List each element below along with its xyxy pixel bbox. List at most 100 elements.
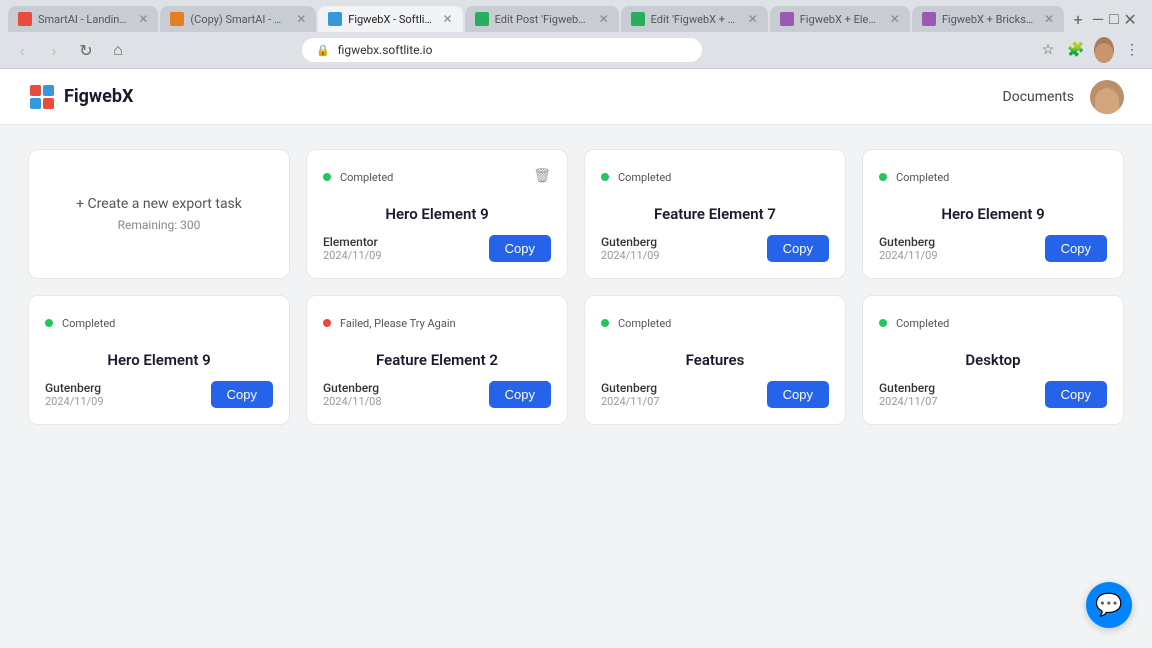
messenger-bubble[interactable]: 💬	[1086, 582, 1132, 628]
status-label-6: Completed	[896, 317, 949, 330]
card-date-1: 2024/11/09	[601, 249, 660, 262]
tab-4[interactable]: Edit Post 'FigwebX +... ✕	[465, 6, 619, 32]
export-card-6: Completed Desktop Gutenberg 2024/11/07 C…	[862, 295, 1124, 425]
card-date-2: 2024/11/09	[879, 249, 938, 262]
home-button[interactable]: ⌂	[106, 38, 130, 62]
tab-favicon-5	[631, 12, 645, 26]
status-label-3: Completed	[62, 317, 115, 330]
tab-favicon-4	[475, 12, 489, 26]
copy-button-3[interactable]: Copy	[211, 381, 273, 408]
card-date-6: 2024/11/07	[879, 395, 938, 408]
status-dot-3	[45, 319, 53, 327]
create-new-card[interactable]: + Create a new export task Remaining: 30…	[28, 149, 290, 279]
card-meta-4: Gutenberg 2024/11/08	[323, 381, 382, 408]
status-badge-6: Completed	[879, 312, 949, 331]
tab-5[interactable]: Edit 'FigwebX + Ele... ✕	[621, 6, 768, 32]
card-builder-5: Gutenberg	[601, 381, 660, 395]
minimize-button[interactable]: —	[1092, 13, 1104, 25]
card-date-5: 2024/11/07	[601, 395, 660, 408]
status-dot-0	[323, 173, 331, 181]
card-date-4: 2024/11/08	[323, 395, 382, 408]
copy-button-2[interactable]: Copy	[1045, 235, 1107, 262]
card-meta-3: Gutenberg 2024/11/09	[45, 381, 104, 408]
documents-link[interactable]: Documents	[1003, 89, 1074, 105]
copy-button-6[interactable]: Copy	[1045, 381, 1107, 408]
tab-close-6[interactable]: ✕	[890, 12, 900, 26]
browser-avatar	[1094, 37, 1114, 63]
card-title-0: Hero Element 9	[323, 193, 551, 235]
tab-1[interactable]: SmartAI - Landing P... ✕	[8, 6, 158, 32]
browser-chrome: SmartAI - Landing P... ✕ (Copy) SmartAI …	[0, 0, 1152, 69]
card-header-2: Completed	[879, 166, 1107, 185]
card-title-3: Hero Element 9	[45, 339, 273, 381]
card-date-0: 2024/11/09	[323, 249, 382, 262]
status-badge-1: Completed	[601, 166, 671, 185]
extensions-icon[interactable]: 🧩	[1066, 40, 1086, 60]
tab-7[interactable]: FigwebX + Bricks (B... ✕	[912, 6, 1064, 32]
card-footer-3: Gutenberg 2024/11/09 Copy	[45, 381, 273, 408]
export-card-5: Completed Features Gutenberg 2024/11/07 …	[584, 295, 846, 425]
tab-close-7[interactable]: ✕	[1044, 12, 1054, 26]
main-content: + Create a new export task Remaining: 30…	[0, 125, 1152, 449]
messenger-icon: 💬	[1095, 593, 1122, 618]
card-meta-0: Elementor 2024/11/09	[323, 235, 382, 262]
menu-icon[interactable]: ⋮	[1122, 40, 1142, 60]
status-label-2: Completed	[896, 171, 949, 184]
status-badge-4: Failed, Please Try Again	[323, 312, 456, 331]
logo: FigwebX	[28, 83, 133, 111]
profile-icon[interactable]	[1094, 40, 1114, 60]
copy-button-0[interactable]: Copy	[489, 235, 551, 262]
user-avatar[interactable]	[1090, 80, 1124, 114]
copy-button-4[interactable]: Copy	[489, 381, 551, 408]
card-header-6: Completed	[879, 312, 1107, 331]
tab-favicon-3	[328, 12, 342, 26]
card-title-2: Hero Element 9	[879, 193, 1107, 235]
status-badge-0: Completed	[323, 166, 393, 185]
card-footer-4: Gutenberg 2024/11/08 Copy	[323, 381, 551, 408]
card-meta-5: Gutenberg 2024/11/07	[601, 381, 660, 408]
status-badge-5: Completed	[601, 312, 671, 331]
card-header-0: Completed 🗑	[323, 166, 551, 185]
tab-3[interactable]: FigwebX - Softlite.io ✕	[318, 6, 462, 32]
url-text: figwebx.softlite.io	[338, 43, 433, 57]
bookmark-star-icon[interactable]: ☆	[1038, 40, 1058, 60]
card-footer-6: Gutenberg 2024/11/07 Copy	[879, 381, 1107, 408]
create-plus-text: + Create a new export task	[76, 196, 242, 212]
status-label-5: Completed	[618, 317, 671, 330]
copy-button-1[interactable]: Copy	[767, 235, 829, 262]
tab-2[interactable]: (Copy) SmartAI - Lan... ✕	[160, 6, 316, 32]
tab-close-5[interactable]: ✕	[748, 12, 758, 26]
address-bar: ‹ › ↻ ⌂ 🔒 figwebx.softlite.io ☆ 🧩 ⋮	[0, 32, 1152, 68]
new-tab-button[interactable]: +	[1066, 7, 1090, 31]
export-card-2: Completed Hero Element 9 Gutenberg 2024/…	[862, 149, 1124, 279]
status-label-0: Completed	[340, 171, 393, 184]
tab-close-4[interactable]: ✕	[599, 12, 609, 26]
maximize-button[interactable]: □	[1108, 13, 1120, 25]
delete-icon-0[interactable]: 🗑	[533, 168, 551, 184]
card-builder-0: Elementor	[323, 235, 382, 249]
tab-6[interactable]: FigwebX + Eleme... ✕	[770, 6, 910, 32]
tab-close-1[interactable]: ✕	[138, 12, 148, 26]
copy-button-5[interactable]: Copy	[767, 381, 829, 408]
tab-bar: SmartAI - Landing P... ✕ (Copy) SmartAI …	[0, 0, 1152, 32]
export-card-3: Completed Hero Element 9 Gutenberg 2024/…	[28, 295, 290, 425]
url-bar[interactable]: 🔒 figwebx.softlite.io	[302, 38, 702, 62]
tab-label-3: FigwebX - Softlite.io	[348, 13, 432, 26]
card-header-4: Failed, Please Try Again	[323, 312, 551, 331]
card-title-6: Desktop	[879, 339, 1107, 381]
forward-button[interactable]: ›	[42, 38, 66, 62]
remaining-text: Remaining: 300	[118, 218, 201, 232]
tab-label-4: Edit Post 'FigwebX +...	[495, 13, 589, 26]
status-badge-3: Completed	[45, 312, 115, 331]
tab-label-6: FigwebX + Eleme...	[800, 13, 880, 26]
reload-button[interactable]: ↻	[74, 38, 98, 62]
logo-text: FigwebX	[64, 86, 133, 107]
export-card-1: Completed Feature Element 7 Gutenberg 20…	[584, 149, 846, 279]
close-button[interactable]: ✕	[1124, 13, 1136, 25]
card-footer-0: Elementor 2024/11/09 Copy	[323, 235, 551, 262]
back-button[interactable]: ‹	[10, 38, 34, 62]
tab-close-2[interactable]: ✕	[296, 12, 306, 26]
tab-close-3[interactable]: ✕	[443, 12, 453, 26]
logo-icon	[28, 83, 56, 111]
status-dot-1	[601, 173, 609, 181]
